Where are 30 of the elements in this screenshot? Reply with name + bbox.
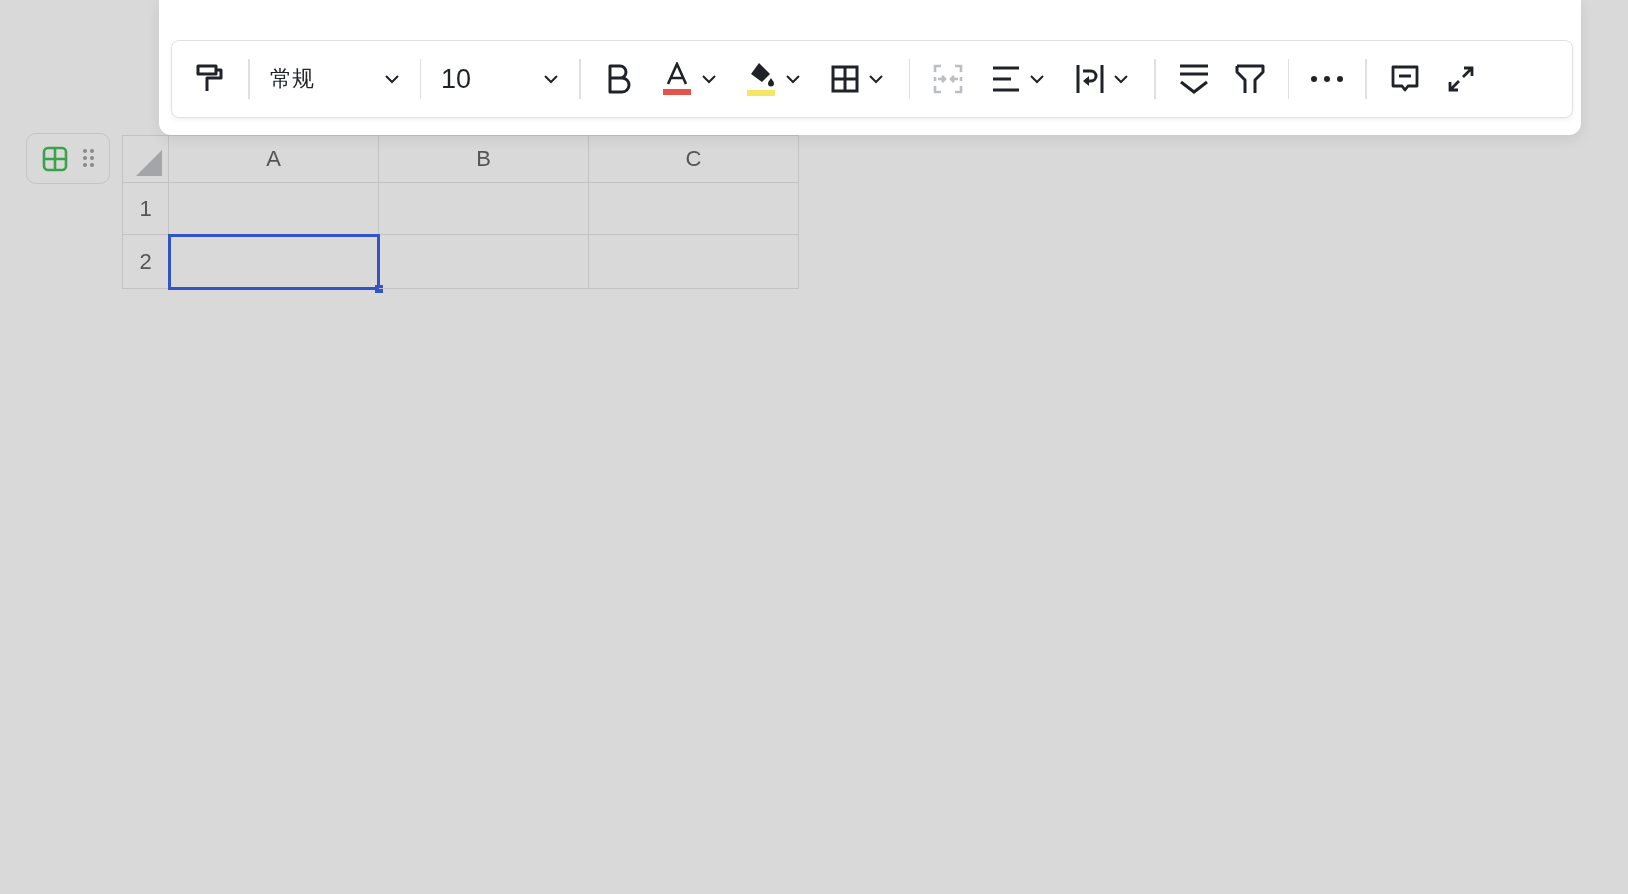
paint-bucket-icon — [744, 61, 777, 97]
chevron-down-icon — [784, 74, 801, 84]
font-size-dropdown[interactable]: 10 — [431, 57, 569, 101]
align-left-icon — [991, 65, 1021, 93]
grid-icon — [829, 64, 860, 94]
expand-icon — [1446, 65, 1475, 93]
chevron-down-icon — [1029, 74, 1045, 84]
wrap-text-icon — [1075, 63, 1105, 95]
table-icon — [42, 145, 68, 172]
column-header[interactable]: A — [169, 136, 379, 183]
freeze-rows-icon — [1177, 63, 1210, 95]
table-cell[interactable] — [379, 235, 589, 289]
chevron-down-icon — [543, 74, 559, 84]
chevron-down-icon — [383, 74, 400, 84]
comment-icon — [1389, 64, 1420, 94]
more-icon — [1310, 75, 1344, 83]
filter-icon — [1234, 63, 1265, 95]
column-header[interactable]: C — [589, 136, 799, 183]
table-cell[interactable] — [379, 183, 589, 235]
number-format-dropdown[interactable]: 常规 — [259, 57, 410, 101]
merge-cells-icon — [932, 63, 964, 95]
chevron-down-icon — [700, 74, 717, 84]
corner-triangle-icon — [136, 150, 162, 176]
column-header[interactable]: B — [379, 136, 589, 183]
row-header[interactable]: 1 — [123, 183, 169, 235]
row-header[interactable]: 2 — [123, 235, 169, 289]
chevron-down-icon — [867, 74, 884, 84]
text-color-icon — [660, 62, 693, 96]
chevron-down-icon — [1113, 74, 1129, 84]
table-handle[interactable] — [26, 133, 110, 184]
